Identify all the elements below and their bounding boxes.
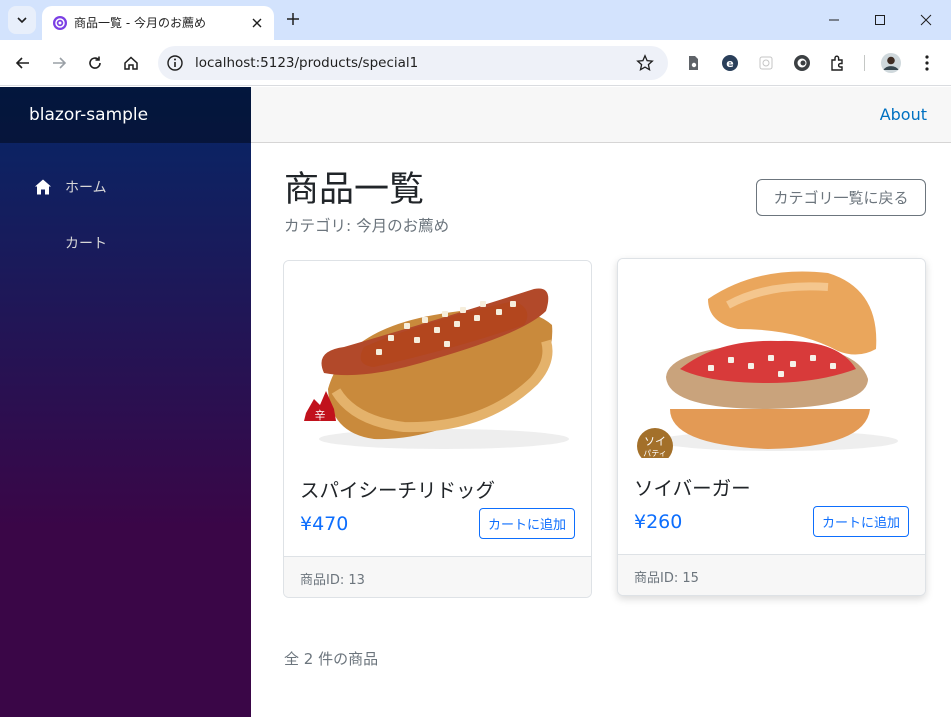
url-text: localhost:5123/products/special1 <box>195 55 419 71</box>
sidebar-item-label: カート <box>65 236 107 252</box>
forward-arrow-icon[interactable] <box>47 51 71 75</box>
extension-document-icon[interactable] <box>683 53 703 73</box>
sidebar-item-home[interactable]: ホーム <box>0 159 251 215</box>
sidebar-item-label: ホーム <box>65 180 107 196</box>
page-title: 商品一覧 <box>284 170 425 210</box>
chevron-down-icon <box>17 17 27 24</box>
tab-title: 商品一覧 - 今月のお薦め <box>74 16 206 30</box>
window-close-icon[interactable] <box>903 0 949 40</box>
profile-avatar[interactable] <box>880 52 902 74</box>
add-to-cart-button[interactable]: カートに追加 <box>812 506 909 537</box>
chili-dog-image: 辛 <box>304 288 569 449</box>
product-image: 辛 <box>284 261 591 460</box>
site-info-icon[interactable] <box>166 54 184 72</box>
extension-e-icon[interactable]: e <box>720 53 740 73</box>
svg-text:ソイ: ソイ <box>644 435 666 448</box>
tab-search-button[interactable] <box>8 6 36 34</box>
brand-bar: blazor-sample <box>0 87 251 143</box>
browser-tab[interactable]: 商品一覧 - 今月のお薦め <box>42 6 274 40</box>
svg-text:e: e <box>726 57 733 70</box>
category-subtitle: カテゴリ: 今月のお薦め <box>284 217 450 235</box>
product-card: 辛 スパイシーチリドッグ ¥470 カートに追加 商品ID: 13 <box>283 260 592 598</box>
product-card: ソイ パティ ソイバーガー ¥260 カートに追加 商品ID: 15 <box>617 258 926 596</box>
maximize-icon[interactable] <box>857 0 903 40</box>
soy-burger-image: ソイ パティ <box>637 271 898 464</box>
sidebar: blazor-sample ホーム カート <box>0 87 251 717</box>
blazor-favicon-icon <box>53 16 67 30</box>
new-tab-icon[interactable] <box>283 9 303 29</box>
about-link[interactable]: About <box>880 105 927 124</box>
svg-text:パティ: パティ <box>643 449 667 458</box>
product-id: 商品ID: 15 <box>618 554 925 595</box>
toolbar-divider <box>864 55 865 71</box>
tab-close-icon[interactable] <box>248 14 266 32</box>
address-bar[interactable]: localhost:5123/products/special1 <box>158 46 668 80</box>
product-name: スパイシーチリドッグ <box>300 479 496 502</box>
browser-menu-icon[interactable] <box>917 53 937 73</box>
home-browser-icon[interactable] <box>119 51 143 75</box>
extension-grid-icon[interactable] <box>756 53 776 73</box>
add-to-cart-button[interactable]: カートに追加 <box>478 508 575 539</box>
browser-toolbar: localhost:5123/products/special1 e <box>0 40 951 86</box>
main-content: 商品一覧 カテゴリ: 今月のお薦め カテゴリ一覧に戻る 辛 スパイシーチリドッグ… <box>251 143 951 717</box>
minimize-icon[interactable] <box>811 0 857 40</box>
nav-menu: ホーム カート <box>0 143 251 271</box>
product-price: ¥260 <box>634 511 683 533</box>
svg-text:辛: 辛 <box>315 408 326 422</box>
bookmark-star-icon[interactable] <box>636 54 654 72</box>
product-image: ソイ パティ <box>618 259 925 464</box>
total-count: 全 2 件の商品 <box>284 650 379 668</box>
product-price: ¥470 <box>300 513 349 535</box>
top-row: About <box>251 87 951 143</box>
extension-circle-icon[interactable] <box>792 53 812 73</box>
app-brand[interactable]: blazor-sample <box>29 105 148 125</box>
reload-icon[interactable] <box>83 51 107 75</box>
sidebar-item-cart[interactable]: カート <box>0 215 251 271</box>
product-card-body: ソイバーガー ¥260 カートに追加 <box>618 458 925 554</box>
back-arrow-icon[interactable] <box>11 51 35 75</box>
extensions-puzzle-icon[interactable] <box>828 53 848 73</box>
home-icon <box>33 177 53 197</box>
browser-tab-strip: 商品一覧 - 今月のお薦め <box>0 0 951 40</box>
product-card-body: スパイシーチリドッグ ¥470 カートに追加 <box>284 460 591 556</box>
product-name: ソイバーガー <box>634 477 751 500</box>
back-to-categories-button[interactable]: カテゴリ一覧に戻る <box>756 179 926 216</box>
product-id: 商品ID: 13 <box>284 556 591 597</box>
